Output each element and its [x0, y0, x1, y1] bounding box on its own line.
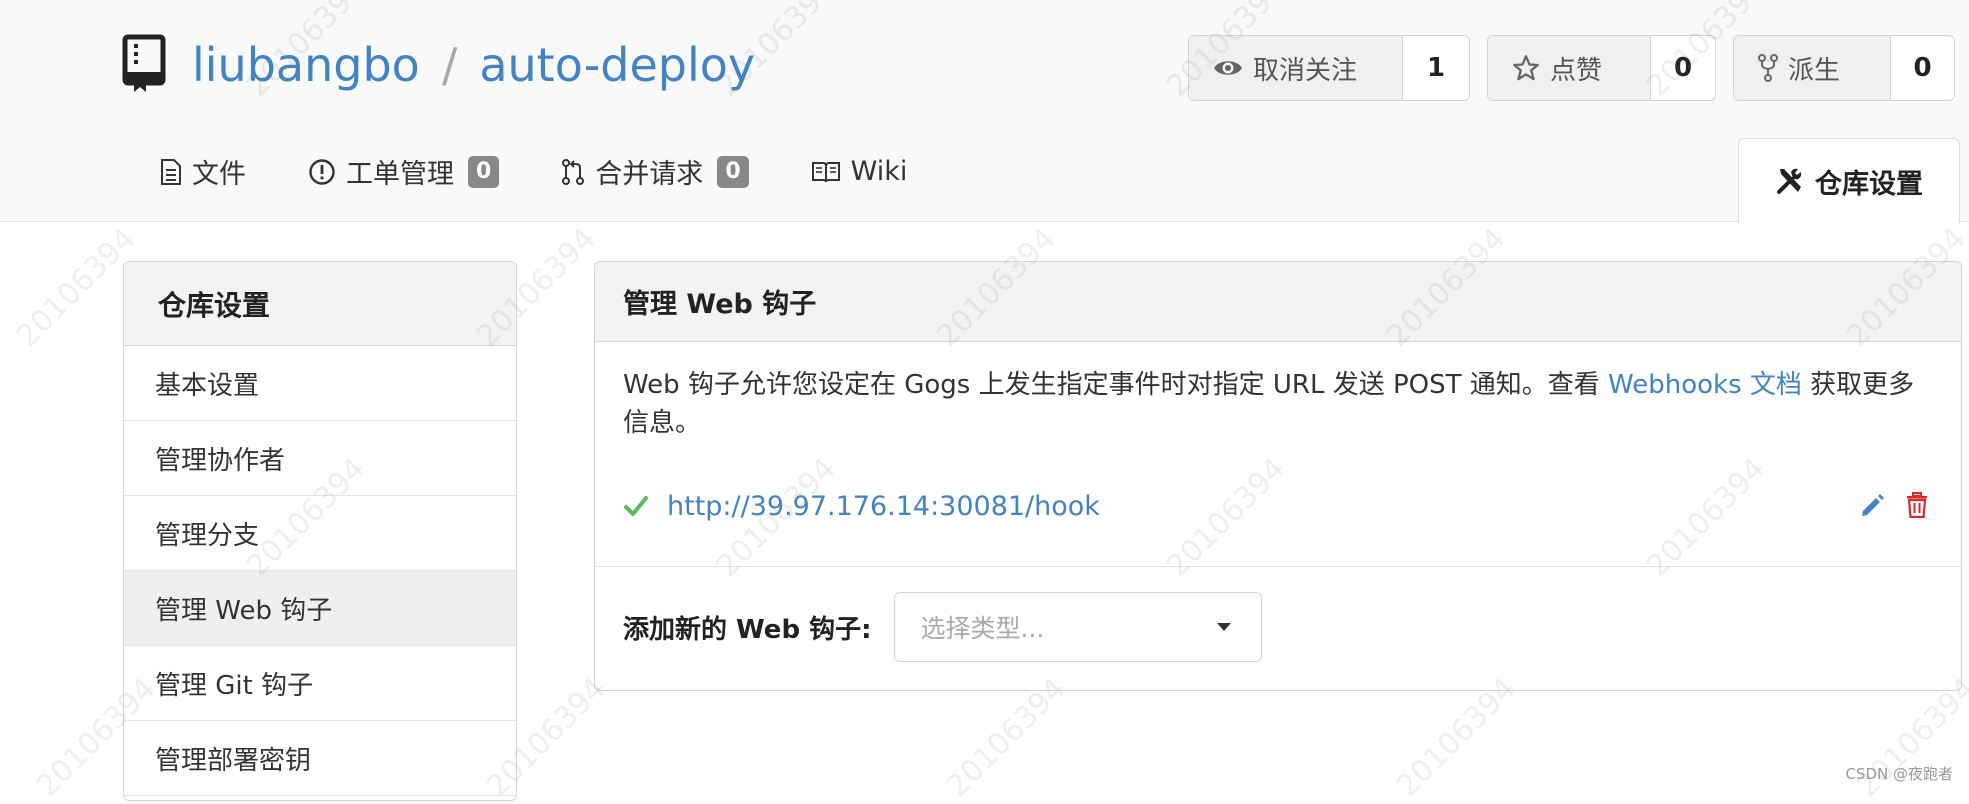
edit-pencil-icon[interactable]: [1859, 492, 1885, 518]
webhook-type-placeholder: 选择类型...: [920, 614, 1045, 643]
tab-pull-requests[interactable]: 合并请求 0: [561, 152, 749, 191]
unwatch-label: 取消关注: [1253, 55, 1358, 86]
star-group: 点赞 0: [1487, 35, 1716, 101]
webhook-type-select[interactable]: 选择类型...: [893, 592, 1262, 662]
repo-separator: /: [441, 38, 458, 92]
star-label: 点赞: [1550, 55, 1603, 86]
dropdown-caret-icon: [1216, 623, 1231, 631]
webhook-item: http://39.97.176.14:30081/hook: [623, 484, 1933, 528]
webhook-url-link[interactable]: http://39.97.176.14:30081/hook: [667, 491, 1100, 522]
issue-icon: [309, 158, 335, 185]
repo-name-link[interactable]: auto-deploy: [479, 38, 755, 92]
tools-icon: [1777, 168, 1802, 194]
tab-issues[interactable]: 工单管理 0: [308, 152, 500, 191]
star-button[interactable]: 点赞: [1488, 36, 1651, 100]
fork-label: 派生: [1788, 55, 1841, 86]
add-webhook-row: 添加新的 Web 钩子: 选择类型...: [623, 592, 1262, 662]
sidebar-item-deploy-keys[interactable]: 管理部署密钥: [124, 721, 516, 796]
sidebar-item-git-hooks[interactable]: 管理 Git 钩子: [124, 646, 516, 721]
watermark-text: 20106394: [939, 671, 1073, 804]
panel-title: 管理 Web 钩子: [595, 262, 1961, 342]
repo-book-icon: [122, 34, 166, 92]
sidebar-title: 仓库设置: [124, 262, 516, 346]
star-icon: [1513, 55, 1539, 81]
sidebar-item-webhooks[interactable]: 管理 Web 钩子: [124, 571, 516, 646]
sidebar-item-collaborators[interactable]: 管理协作者: [124, 421, 516, 496]
sidebar-item-branches[interactable]: 管理分支: [124, 496, 516, 571]
issues-count-badge: 0: [468, 155, 500, 188]
repo-title: liubangbo / auto-deploy: [192, 36, 755, 94]
pull-request-icon: [562, 158, 585, 185]
tab-settings[interactable]: 仓库设置: [1738, 138, 1960, 223]
webhook-actions: [1859, 492, 1929, 518]
file-icon: [161, 158, 181, 185]
book-icon: [811, 161, 840, 182]
webhooks-description: Web 钩子允许您设定在 Gogs 上发生指定事件时对指定 URL 发送 POS…: [623, 366, 1933, 442]
watch-count[interactable]: 1: [1403, 36, 1469, 100]
sidebar-item-basic-settings[interactable]: 基本设置: [124, 346, 516, 421]
add-webhook-label: 添加新的 Web 钩子:: [623, 614, 872, 645]
watch-group: 取消关注 1: [1188, 35, 1470, 101]
eye-icon: [1214, 61, 1242, 75]
tab-files-label: 文件: [192, 159, 246, 190]
credit-text: CSDN @夜跑者: [1845, 765, 1953, 783]
tab-wiki-label: Wiki: [850, 156, 908, 187]
description-text: Web 钩子允许您设定在 Gogs 上发生指定事件时对指定 URL 发送 POS…: [623, 370, 1600, 400]
delete-trash-icon[interactable]: [1905, 492, 1929, 518]
star-count[interactable]: 0: [1651, 36, 1715, 100]
success-check-icon: [624, 496, 648, 516]
repo-owner-link[interactable]: liubangbo: [192, 38, 420, 92]
fork-group: 派生 0: [1733, 35, 1955, 101]
fork-icon: [1758, 54, 1778, 82]
fork-button[interactable]: 派生: [1734, 36, 1891, 100]
webhooks-panel: 管理 Web 钩子 Web 钩子允许您设定在 Gogs 上发生指定事件时对指定 …: [594, 261, 1962, 691]
watermark-text: 20106394: [1389, 671, 1523, 804]
unwatch-button[interactable]: 取消关注: [1189, 36, 1403, 100]
pull-requests-count-badge: 0: [717, 155, 749, 188]
tab-pull-requests-label: 合并请求: [595, 159, 704, 190]
settings-sidebar: 仓库设置 基本设置 管理协作者 管理分支 管理 Web 钩子 管理 Git 钩子…: [123, 261, 517, 801]
repo-tabs: 文件 工单管理 0 合并请求 0 Wiki: [160, 152, 969, 191]
tab-wiki[interactable]: Wiki: [811, 152, 908, 191]
panel-divider: [595, 566, 1961, 567]
tab-settings-label: 仓库设置: [1815, 168, 1923, 200]
tab-files[interactable]: 文件: [160, 152, 246, 191]
tab-issues-label: 工单管理: [346, 159, 454, 190]
fork-count[interactable]: 0: [1891, 36, 1954, 100]
webhooks-docs-link[interactable]: Webhooks 文档: [1608, 370, 1802, 400]
